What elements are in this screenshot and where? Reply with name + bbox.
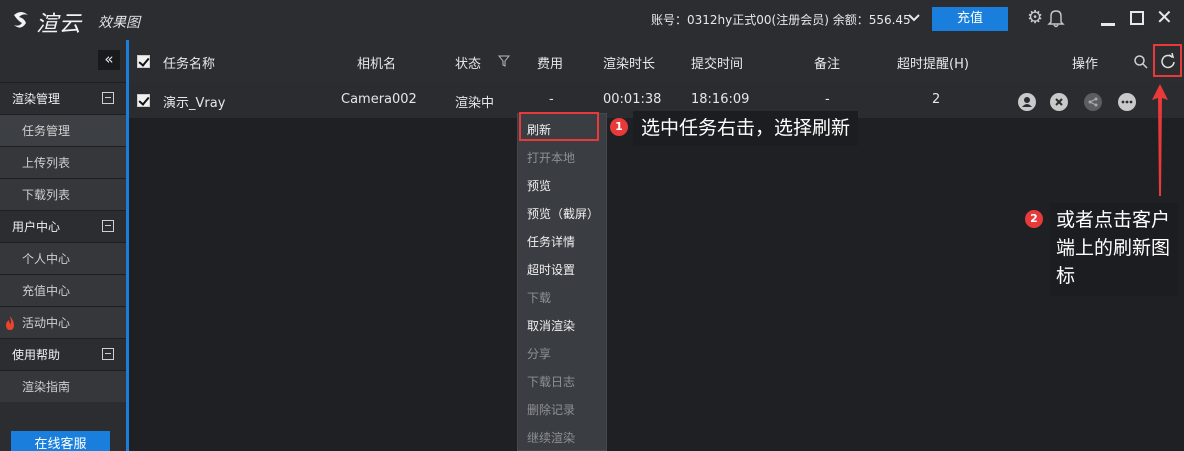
sidebar-group-help[interactable]: 使用帮助 — [0, 338, 126, 370]
table-header: 任务名称 相机名 状态 费用 渲染时长 提交时间 备注 超时提醒(H) 操作 — [129, 40, 1184, 82]
sidebar-item-label: 上传列表 — [22, 156, 71, 170]
collapse-minus-icon[interactable] — [102, 220, 114, 232]
cell-status: 渲染中 — [455, 96, 495, 111]
column-header-duration[interactable]: 渲染时长 — [603, 53, 655, 72]
title-bar: 渲云 效果图 账号：0312hy正式00(注册会员) 余额：556.45 充值 … — [0, 0, 1184, 40]
sidebar-item-label: 活动中心 — [22, 316, 71, 330]
step-badge-1: 1 — [610, 118, 628, 136]
more-options-icon[interactable] — [1118, 93, 1136, 111]
column-header-cost[interactable]: 费用 — [537, 53, 563, 72]
row-checkbox[interactable] — [137, 94, 150, 107]
select-all-checkbox[interactable] — [137, 55, 150, 68]
maximize-icon[interactable] — [1130, 11, 1144, 25]
column-header-note[interactable]: 备注 — [814, 53, 840, 72]
cancel-x-icon[interactable] — [1050, 93, 1068, 111]
cell-submit-time: 18:16:09 — [691, 92, 750, 107]
refresh-menu-highlight-box — [519, 112, 599, 141]
sidebar-group-label: 渲染管理 — [12, 92, 61, 106]
sidebar-item-download-list[interactable]: 下载列表 — [0, 178, 126, 210]
search-icon[interactable] — [1133, 54, 1149, 70]
menu-item-share[interactable]: 分享 — [527, 345, 551, 362]
sidebar-item-label: 下载列表 — [22, 188, 71, 202]
account-info: 账号：0312hy正式00(注册会员) 余额：556.45 — [651, 13, 911, 27]
sidebar-item-label: 渲染指南 — [22, 380, 71, 394]
sidebar-item-label: 个人中心 — [22, 252, 71, 266]
cell-camera: Camera002 — [341, 92, 417, 107]
collapse-minus-icon[interactable] — [102, 92, 114, 104]
sidebar-item-task-management[interactable]: 任务管理 — [0, 114, 126, 146]
filter-icon[interactable] — [498, 55, 510, 67]
recharge-button[interactable]: 充值 — [932, 7, 1008, 31]
menu-item-delete-record[interactable]: 删除记录 — [527, 401, 575, 418]
column-header-status[interactable]: 状态 — [455, 53, 481, 72]
preview-user-icon[interactable] — [1018, 93, 1036, 111]
column-header-submit-time[interactable]: 提交时间 — [691, 53, 743, 72]
gear-icon[interactable]: ⚙ — [1027, 9, 1043, 27]
sidebar-item-recharge-center[interactable]: 充值中心 — [0, 274, 126, 306]
collapse-minus-icon[interactable] — [102, 348, 114, 360]
column-header-actions: 操作 — [1072, 57, 1099, 72]
sidebar-item-render-guide[interactable]: 渲染指南 — [0, 370, 126, 402]
cell-task-name: 演示_Vray — [163, 96, 226, 111]
menu-item-download-log[interactable]: 下载日志 — [527, 373, 575, 390]
callout-step-1: 选中任务右击，选择刷新 — [633, 111, 859, 146]
menu-item-open-local[interactable]: 打开本地 — [527, 149, 575, 166]
cell-timeout: 2 — [932, 92, 941, 107]
share-icon[interactable] — [1084, 93, 1102, 111]
collapse-sidebar-button[interactable]: « — [98, 50, 120, 70]
sidebar-item-label: 充值中心 — [22, 284, 71, 298]
menu-item-timeout-settings[interactable]: 超时设置 — [527, 261, 575, 278]
arrow-up-icon — [1152, 84, 1168, 196]
menu-item-download[interactable]: 下载 — [527, 289, 551, 306]
sidebar-group-label: 用户中心 — [12, 220, 61, 234]
column-header-task-name[interactable]: 任务名称 — [163, 53, 215, 72]
step-badge-2: 2 — [1025, 210, 1043, 228]
refresh-highlight-box — [1153, 44, 1182, 77]
menu-item-cancel-render[interactable]: 取消渲染 — [527, 317, 575, 334]
menu-item-preview[interactable]: 预览 — [527, 177, 551, 194]
sidebar-group-render-management[interactable]: 渲染管理 — [0, 82, 126, 114]
app-logo-text: 渲云 — [36, 12, 83, 37]
cell-duration: 00:01:38 — [603, 92, 662, 107]
column-header-timeout[interactable]: 超时提醒(H) — [897, 53, 969, 72]
chevron-down-icon[interactable] — [907, 12, 921, 24]
minimize-icon[interactable] — [1100, 9, 1116, 29]
menu-item-continue-render[interactable]: 继续渲染 — [527, 429, 575, 446]
menu-item-task-details[interactable]: 任务详情 — [527, 233, 575, 250]
sidebar-item-upload-list[interactable]: 上传列表 — [0, 146, 126, 178]
context-menu: 刷新 打开本地 预览 预览（截屏） 任务详情 超时设置 下载 取消渲染 分享 下… — [517, 113, 607, 451]
sidebar-group-user-center[interactable]: 用户中心 — [0, 210, 126, 242]
sidebar-item-personal-center[interactable]: 个人中心 — [0, 242, 126, 274]
sidebar-group-label: 使用帮助 — [12, 348, 61, 362]
sidebar-item-label: 任务管理 — [22, 124, 71, 138]
callout-step-2: 或者点击客户端上的刷新图标 — [1050, 203, 1178, 296]
close-icon[interactable]: ✕ — [1156, 7, 1173, 27]
sidebar-item-activity-center[interactable]: 活动中心 — [0, 306, 126, 338]
column-header-camera[interactable]: 相机名 — [357, 53, 396, 72]
flame-icon — [6, 316, 14, 330]
cell-note: - — [825, 92, 830, 107]
app-logo-subtitle: 效果图 — [98, 15, 140, 31]
menu-item-preview-screenshot[interactable]: 预览（截屏） — [527, 205, 599, 222]
logo-icon — [14, 12, 28, 28]
cell-cost: - — [549, 92, 554, 107]
sidebar: « 渲染管理 任务管理 上传列表 下载列表 用户中心 个人中心 充值中心 活动中… — [0, 40, 126, 451]
bell-icon[interactable] — [1047, 8, 1065, 28]
online-service-button[interactable]: 在线客服 — [11, 431, 110, 451]
